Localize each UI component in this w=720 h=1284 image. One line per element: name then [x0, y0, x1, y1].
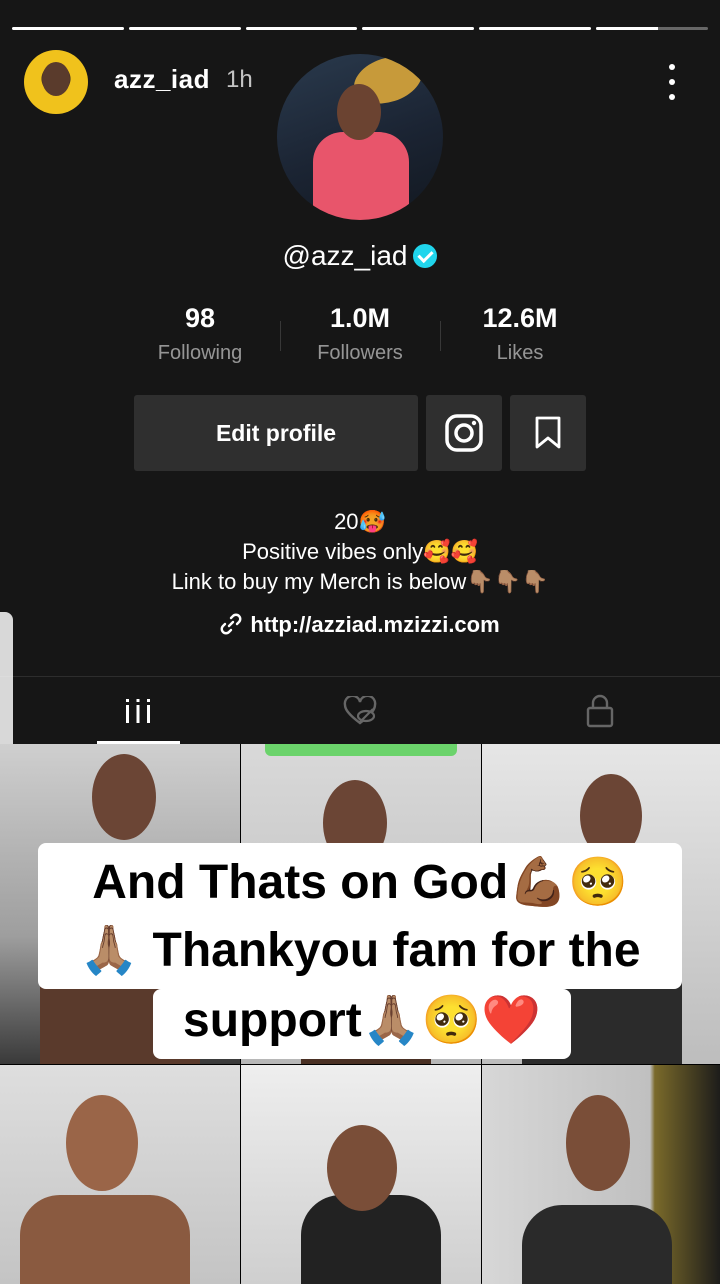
caption-line: 🙏🏽 Thankyou fam for the	[79, 924, 641, 977]
bookmark-icon	[535, 416, 561, 449]
tab-videos[interactable]	[0, 678, 240, 744]
profile-handle: @azz_iad	[0, 240, 720, 272]
stat-followers[interactable]: 1.0M Followers	[280, 303, 440, 373]
profile-stats: 98 Following 1.0M Followers 12.6M Likes	[120, 303, 600, 373]
grid-icon	[126, 699, 150, 723]
stat-value: 98	[184, 303, 216, 333]
progress-segment	[596, 27, 708, 30]
instagram-button[interactable]	[426, 395, 502, 471]
progress-segment	[479, 27, 592, 30]
lock-icon	[586, 694, 614, 728]
stat-following[interactable]: 98 Following	[120, 303, 280, 373]
profile-avatar	[277, 54, 443, 220]
story-progress	[12, 27, 708, 31]
caption-line: And Thats on God💪🏾🥺	[92, 856, 628, 909]
stat-label: Following	[157, 342, 243, 364]
instagram-icon	[445, 414, 483, 452]
video-thumbnail[interactable]	[482, 1065, 720, 1284]
tab-private[interactable]	[480, 678, 720, 744]
link-icon	[220, 613, 242, 635]
bio-line: 20🥵	[334, 509, 386, 534]
caption-box: And Thats on God💪🏾🥺 🙏🏽 Thankyou fam for …	[38, 843, 682, 989]
bio-line: Positive vibes only🥰🥰	[242, 539, 478, 564]
edit-profile-button[interactable]: Edit profile	[134, 395, 418, 471]
video-thumbnail[interactable]	[0, 1065, 240, 1284]
profile-bio: 20🥵 Positive vibes only🥰🥰 Link to buy my…	[0, 507, 720, 597]
bio-line: Link to buy my Merch is below👇🏽👇🏽👇🏽	[171, 569, 549, 594]
video-thumbnail[interactable]	[241, 1065, 481, 1284]
verified-icon	[413, 244, 438, 268]
stat-label: Likes	[496, 342, 544, 364]
tab-liked[interactable]	[240, 678, 480, 744]
story-time: 1h	[226, 66, 253, 93]
progress-segment	[362, 27, 475, 30]
progress-segment	[128, 27, 241, 30]
story-username[interactable]: azz_iad	[114, 64, 210, 95]
caption-line: support🙏🏽🥺❤️	[183, 994, 541, 1047]
progress-segment	[12, 27, 124, 30]
handle-text: @azz_iad	[282, 240, 408, 271]
hidden-heart-icon	[343, 696, 377, 725]
story-avatar[interactable]	[24, 50, 88, 114]
stat-label: Followers	[317, 342, 403, 364]
caption-box: support🙏🏽🥺❤️	[153, 989, 571, 1059]
stat-value: 1.0M	[329, 303, 391, 333]
stat-likes[interactable]: 12.6M Likes	[440, 303, 600, 373]
stat-value: 12.6M	[482, 303, 558, 333]
progress-segment	[245, 27, 358, 30]
bookmark-button[interactable]	[510, 395, 586, 471]
more-options-icon[interactable]	[664, 64, 680, 100]
link-text: http://azziad.mzizzi.com	[250, 612, 500, 637]
profile-link[interactable]: http://azziad.mzizzi.com	[0, 612, 720, 638]
profile-tabs	[0, 678, 720, 744]
tab-divider	[0, 676, 720, 677]
thumb-caption	[265, 744, 457, 756]
